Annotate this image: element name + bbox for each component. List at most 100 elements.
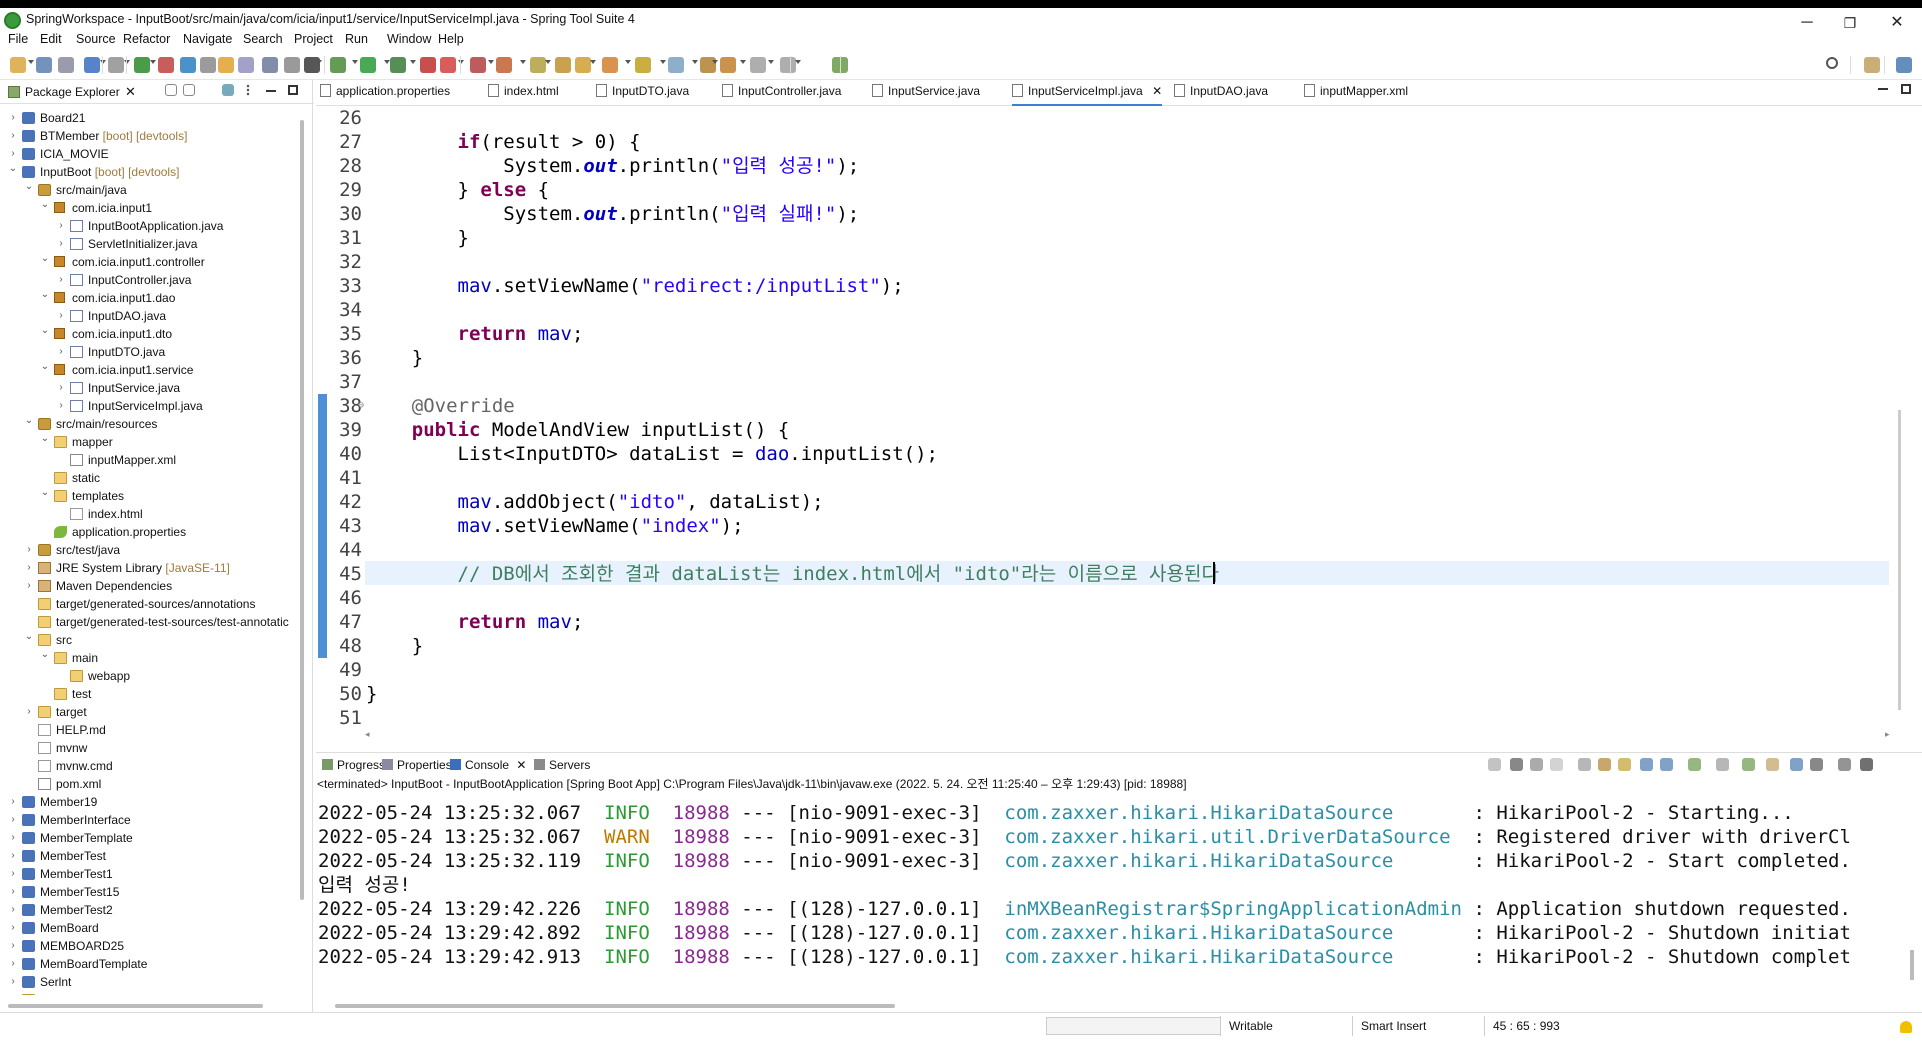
expand-arrow-icon[interactable]: › xyxy=(8,793,18,811)
expand-arrow-icon[interactable]: › xyxy=(56,217,66,235)
tree-item[interactable]: HELP.md xyxy=(0,721,300,739)
skip-breakpoints-icon[interactable] xyxy=(108,57,124,73)
next-annotation-icon[interactable] xyxy=(635,57,651,73)
console-toolbar-icon-10[interactable] xyxy=(1716,758,1729,771)
dropdown-arrow-icon[interactable] xyxy=(28,60,34,64)
dropdown-arrow-icon[interactable] xyxy=(692,60,698,64)
tree-item[interactable]: › ICIA_MOVIE xyxy=(0,145,300,163)
tree-item[interactable]: ⌄ main xyxy=(0,649,300,667)
tree-item[interactable]: › BTMember [boot] [devtools] xyxy=(0,127,300,145)
expand-arrow-icon[interactable]: › xyxy=(8,127,18,145)
dropdown-arrow-icon[interactable] xyxy=(625,60,631,64)
minimize-editor-icon[interactable] xyxy=(1878,88,1888,90)
editor-tab-inputservice-java[interactable]: InputService.java xyxy=(872,84,980,106)
expand-arrow-icon[interactable]: › xyxy=(8,991,18,995)
collapse-all-icon[interactable] xyxy=(165,84,177,96)
tree-item[interactable]: › Board21 xyxy=(0,109,300,127)
link-editor-icon[interactable] xyxy=(183,84,195,96)
collapse-arrow-icon[interactable]: ⌄ xyxy=(40,430,50,448)
stop-icon[interactable] xyxy=(420,57,436,73)
tree-item[interactable]: pom.xml xyxy=(0,775,300,793)
show-whitespace-icon[interactable] xyxy=(284,57,300,73)
collapse-arrow-icon[interactable]: ⌄ xyxy=(24,412,34,430)
editor-tab-inputserviceimpl-java[interactable]: InputServiceImpl.java ✕ xyxy=(1012,84,1163,106)
maximize-view-icon[interactable] xyxy=(288,85,298,95)
tree-item[interactable]: target/generated-sources/annotations xyxy=(0,595,300,613)
menu-navigate[interactable]: Navigate xyxy=(183,32,232,46)
console-toolbar-icon-9[interactable] xyxy=(1688,758,1701,771)
expand-arrow-icon[interactable]: › xyxy=(56,343,66,361)
expand-arrow-icon[interactable]: › xyxy=(56,307,66,325)
bottom-tab-properties[interactable]: Properties xyxy=(382,758,452,772)
tree-item[interactable]: target/generated-test-sources/test-annot… xyxy=(0,613,300,631)
tree-item[interactable]: ⌄ com.icia.input1.controller xyxy=(0,253,300,271)
console-toolbar-icon-1[interactable] xyxy=(1510,758,1523,771)
console-horizontal-scrollbar[interactable] xyxy=(335,1004,895,1008)
tree-item[interactable]: › InputService.java xyxy=(0,379,300,397)
editor-tab-inputdao-java[interactable]: InputDAO.java xyxy=(1174,84,1268,106)
java-perspective-icon[interactable] xyxy=(1896,57,1912,73)
dropdown-arrow-icon[interactable] xyxy=(520,60,526,64)
expand-arrow-icon[interactable]: › xyxy=(8,901,18,919)
expand-arrow-icon[interactable]: › xyxy=(8,829,18,847)
collapse-arrow-icon[interactable]: ⌄ xyxy=(40,484,50,502)
editor-tab-inputmapper-xml[interactable]: inputMapper.xml xyxy=(1304,84,1408,106)
tree-item[interactable]: test xyxy=(0,685,300,703)
editor-tab-application-properties[interactable]: application.properties xyxy=(320,84,450,106)
editor-vertical-scrollbar[interactable] xyxy=(1898,410,1901,710)
expand-arrow-icon[interactable]: › xyxy=(8,865,18,883)
dropdown-arrow-icon[interactable] xyxy=(124,60,130,64)
tree-item[interactable]: ⌄ templates xyxy=(0,487,300,505)
prev-annotation-icon[interactable] xyxy=(668,57,684,73)
tree-item[interactable]: › src/test/java xyxy=(0,541,300,559)
tree-item[interactable]: › MemBoard xyxy=(0,919,300,937)
tree-horizontal-scrollbar[interactable] xyxy=(8,1004,263,1008)
open-perspective-icon[interactable] xyxy=(1864,57,1880,73)
dropdown-arrow-icon[interactable] xyxy=(458,60,464,64)
dropdown-arrow-icon[interactable] xyxy=(590,60,596,64)
insert-mode-status[interactable]: Smart Insert xyxy=(1352,1016,1482,1036)
expand-arrow-icon[interactable]: › xyxy=(24,559,34,577)
menu-source[interactable]: Source xyxy=(76,32,116,46)
run-icon[interactable] xyxy=(360,57,376,73)
close-view-icon[interactable]: ✕ xyxy=(125,84,136,100)
tree-item[interactable]: ⌄ mapper xyxy=(0,433,300,451)
annotation-icon[interactable] xyxy=(602,57,618,73)
console-toolbar-icon-16[interactable] xyxy=(1860,758,1873,771)
debug-icon[interactable] xyxy=(330,57,346,73)
bottom-tab-servers[interactable]: Servers xyxy=(534,758,590,772)
mark-occurrences-icon[interactable] xyxy=(218,57,234,73)
maximize-editor-icon[interactable] xyxy=(1901,84,1911,94)
dropdown-arrow-icon[interactable] xyxy=(768,60,774,64)
package-explorer-tab[interactable]: Package Explorer ✕ xyxy=(0,80,314,104)
dropdown-arrow-icon[interactable] xyxy=(410,60,416,64)
console-toolbar-icon-13[interactable] xyxy=(1790,758,1803,771)
dropdown-arrow-icon[interactable] xyxy=(660,60,666,64)
expand-arrow-icon[interactable]: › xyxy=(56,271,66,289)
tree-item[interactable]: ⌄ com.icia.input1.service xyxy=(0,361,300,379)
tree-item[interactable]: › MemberTest15 xyxy=(0,883,300,901)
menu-edit[interactable]: Edit xyxy=(40,32,62,46)
tree-item[interactable]: › Serlnt xyxy=(0,973,300,991)
menu-run[interactable]: Run xyxy=(345,32,368,46)
expand-arrow-icon[interactable]: › xyxy=(24,703,34,721)
expand-arrow-icon[interactable]: › xyxy=(8,883,18,901)
collapse-arrow-icon[interactable]: ⌄ xyxy=(40,322,50,340)
tip-bulb-icon[interactable] xyxy=(1900,1021,1912,1033)
expand-arrow-icon[interactable]: › xyxy=(8,955,18,973)
tree-item[interactable]: mvnw.cmd xyxy=(0,757,300,775)
expand-arrow-icon[interactable]: › xyxy=(24,577,34,595)
tree-item[interactable]: › InputBootApplication.java xyxy=(0,217,300,235)
code-editor[interactable] xyxy=(316,106,1922,726)
expand-arrow-icon[interactable]: › xyxy=(8,973,18,991)
close-tab-icon[interactable]: ✕ xyxy=(513,758,526,772)
console-toolbar-icon-12[interactable] xyxy=(1766,758,1779,771)
spring-icon[interactable] xyxy=(158,57,174,73)
console-toolbar-icon-0[interactable] xyxy=(1488,758,1501,771)
save-all-icon[interactable] xyxy=(58,57,74,73)
expand-arrow-icon[interactable]: › xyxy=(56,397,66,415)
collapse-arrow-icon[interactable]: ⌄ xyxy=(40,250,50,268)
forward2-icon[interactable] xyxy=(780,57,796,73)
console-toolbar-icon-11[interactable] xyxy=(1742,758,1755,771)
tree-item[interactable]: ⌄ com.icia.input1.dao xyxy=(0,289,300,307)
